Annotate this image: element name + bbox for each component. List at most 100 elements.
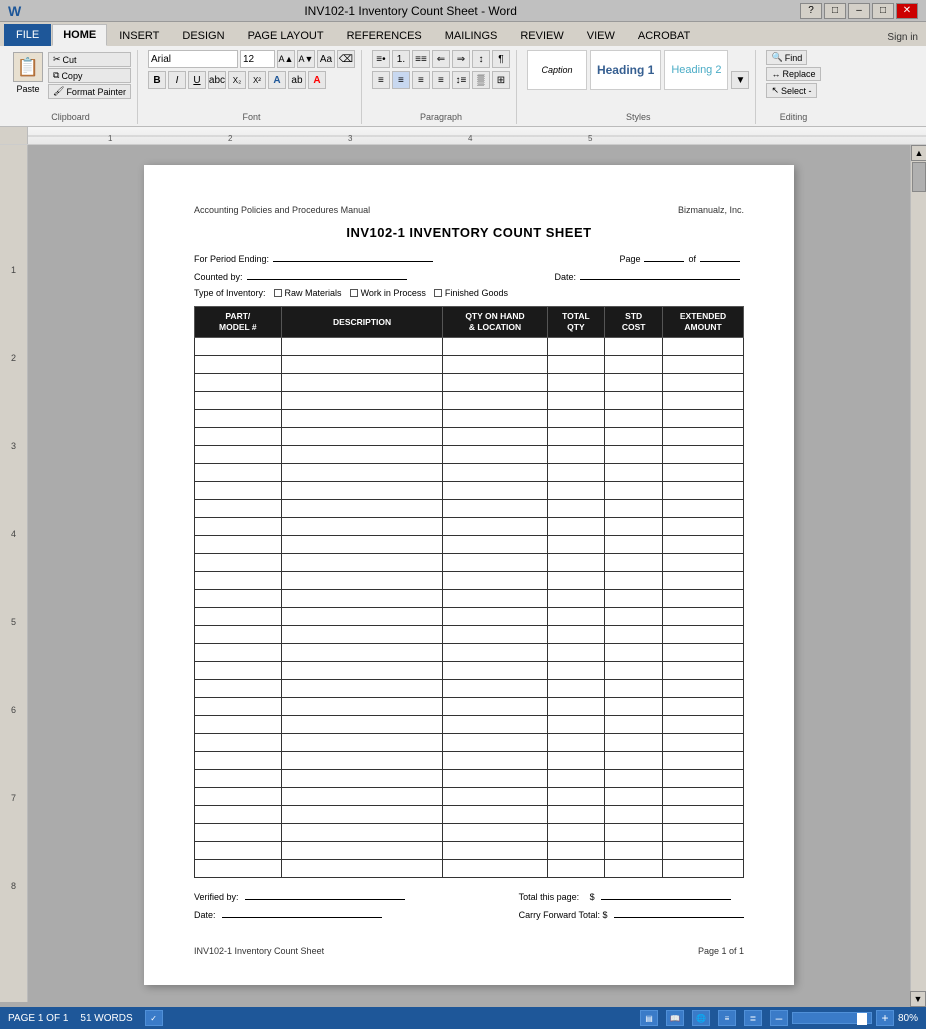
change-case-button[interactable]: Aa xyxy=(317,50,335,68)
italic-button[interactable]: I xyxy=(168,71,186,89)
show-hide-button[interactable]: ¶ xyxy=(492,50,510,68)
table-cell xyxy=(663,644,744,662)
strikethrough-button[interactable]: abc xyxy=(208,71,226,89)
verified-by-line xyxy=(245,890,405,900)
web-layout-button[interactable]: 🌐 xyxy=(692,1010,710,1026)
decrease-indent-button[interactable]: ⇐ xyxy=(432,50,450,68)
help-button[interactable]: ? xyxy=(800,3,822,19)
table-cell xyxy=(605,536,663,554)
table-cell xyxy=(443,788,547,806)
table-cell xyxy=(195,446,282,464)
format-painter-button[interactable]: 🖌 Format Painter xyxy=(48,84,131,99)
align-right-button[interactable]: ≡ xyxy=(412,71,430,89)
scroll-down-button[interactable]: ▼ xyxy=(910,991,926,1002)
borders-button[interactable]: ⊞ xyxy=(492,71,510,89)
table-cell xyxy=(605,410,663,428)
shrink-font-button[interactable]: A▼ xyxy=(297,50,315,68)
line-spacing-button[interactable]: ↕≡ xyxy=(452,71,470,89)
style-heading1[interactable]: Heading 1 xyxy=(590,50,661,90)
tab-design[interactable]: DESIGN xyxy=(171,24,235,46)
tab-file[interactable]: FILE xyxy=(4,24,51,46)
table-cell xyxy=(195,752,282,770)
styles-expand-button[interactable]: ▼ xyxy=(731,71,749,89)
tab-insert[interactable]: INSERT xyxy=(108,24,170,46)
minimize-button[interactable]: – xyxy=(848,3,870,19)
table-cell xyxy=(663,806,744,824)
align-left-button[interactable]: ≡ xyxy=(372,71,390,89)
table-row xyxy=(195,338,744,356)
table-cell xyxy=(195,644,282,662)
zoom-in-button[interactable]: + xyxy=(876,1010,894,1026)
font-name-input[interactable] xyxy=(148,50,238,68)
table-cell xyxy=(281,788,443,806)
maximize-button[interactable]: □ xyxy=(872,3,894,19)
tab-mailings[interactable]: MAILINGS xyxy=(434,24,509,46)
zoom-slider[interactable] xyxy=(792,1012,872,1024)
paste-button[interactable]: 📋 Paste xyxy=(10,50,46,96)
table-row xyxy=(195,464,744,482)
footer-row-1: Verified by: Date: Total this page: $ xyxy=(194,890,744,920)
scroll-track[interactable]: ▲ ▼ xyxy=(910,145,926,1002)
table-cell xyxy=(443,590,547,608)
table-cell xyxy=(663,698,744,716)
grow-font-button[interactable]: A▲ xyxy=(277,50,295,68)
scroll-thumb[interactable] xyxy=(912,162,926,192)
style-heading2[interactable]: Heading 2 xyxy=(664,50,728,90)
numbering-button[interactable]: 1. xyxy=(392,50,410,68)
justify-button[interactable]: ≡ xyxy=(432,71,450,89)
subscript-button[interactable]: X₂ xyxy=(228,71,246,89)
clear-format-button[interactable]: ⌫ xyxy=(337,50,355,68)
tab-review[interactable]: REVIEW xyxy=(509,24,574,46)
table-cell xyxy=(443,608,547,626)
outline-button[interactable]: ≡ xyxy=(718,1010,736,1026)
tab-references[interactable]: REFERENCES xyxy=(336,24,433,46)
table-row xyxy=(195,410,744,428)
font-size-input[interactable] xyxy=(240,50,275,68)
tab-acrobat[interactable]: ACROBAT xyxy=(627,24,701,46)
table-cell xyxy=(605,824,663,842)
bold-button[interactable]: B xyxy=(148,71,166,89)
copy-button[interactable]: ⧉ Copy xyxy=(48,68,131,83)
print-layout-button[interactable]: ▤ xyxy=(640,1010,658,1026)
find-button[interactable]: 🔍 Find xyxy=(766,50,807,65)
select-button[interactable]: ↖ Select - xyxy=(766,83,816,98)
full-reading-button[interactable]: 📖 xyxy=(666,1010,684,1026)
underline-button[interactable]: U xyxy=(188,71,206,89)
ruler: 1 2 3 4 5 xyxy=(0,127,926,145)
increase-indent-button[interactable]: ⇒ xyxy=(452,50,470,68)
tab-view[interactable]: VIEW xyxy=(576,24,626,46)
proofing-button[interactable]: ✓ xyxy=(145,1010,163,1026)
draft-button[interactable]: ≣ xyxy=(744,1010,762,1026)
text-effects-button[interactable]: A xyxy=(268,71,286,89)
ribbon-collapse-button[interactable]: □ xyxy=(824,3,846,19)
replace-button[interactable]: ↔ Replace xyxy=(766,67,820,81)
page-area[interactable]: Accounting Policies and Procedures Manua… xyxy=(28,145,910,1002)
tab-page-layout[interactable]: PAGE LAYOUT xyxy=(237,24,335,46)
table-cell xyxy=(605,770,663,788)
zoom-out-button[interactable]: – xyxy=(770,1010,788,1026)
bullets-button[interactable]: ≡• xyxy=(372,50,390,68)
table-cell xyxy=(443,752,547,770)
type-of-inventory-row: Type of Inventory: Raw Materials Work in… xyxy=(194,288,744,298)
col-header-std: STDCOST xyxy=(605,307,663,338)
multilevel-list-button[interactable]: ≡≡ xyxy=(412,50,430,68)
raw-materials-check xyxy=(274,289,282,297)
sort-button[interactable]: ↕ xyxy=(472,50,490,68)
table-cell xyxy=(663,608,744,626)
cut-button[interactable]: ✂ Cut xyxy=(48,52,131,67)
font-color-button[interactable]: A xyxy=(308,71,326,89)
superscript-button[interactable]: X² xyxy=(248,71,266,89)
tab-home[interactable]: HOME xyxy=(52,24,107,46)
footer-date-line xyxy=(222,908,382,918)
text-highlight-button[interactable]: ab xyxy=(288,71,306,89)
align-center-button[interactable]: ≡ xyxy=(392,71,410,89)
close-button[interactable]: ✕ xyxy=(896,3,918,19)
verified-by-label: Verified by: xyxy=(194,892,239,902)
sign-in-link[interactable]: Sign in xyxy=(879,29,926,46)
style-caption[interactable]: Caption xyxy=(527,50,587,90)
table-cell xyxy=(605,428,663,446)
scroll-up-button[interactable]: ▲ xyxy=(911,145,926,161)
table-cell xyxy=(281,806,443,824)
table-cell xyxy=(547,392,605,410)
shading-button[interactable]: ▒ xyxy=(472,71,490,89)
